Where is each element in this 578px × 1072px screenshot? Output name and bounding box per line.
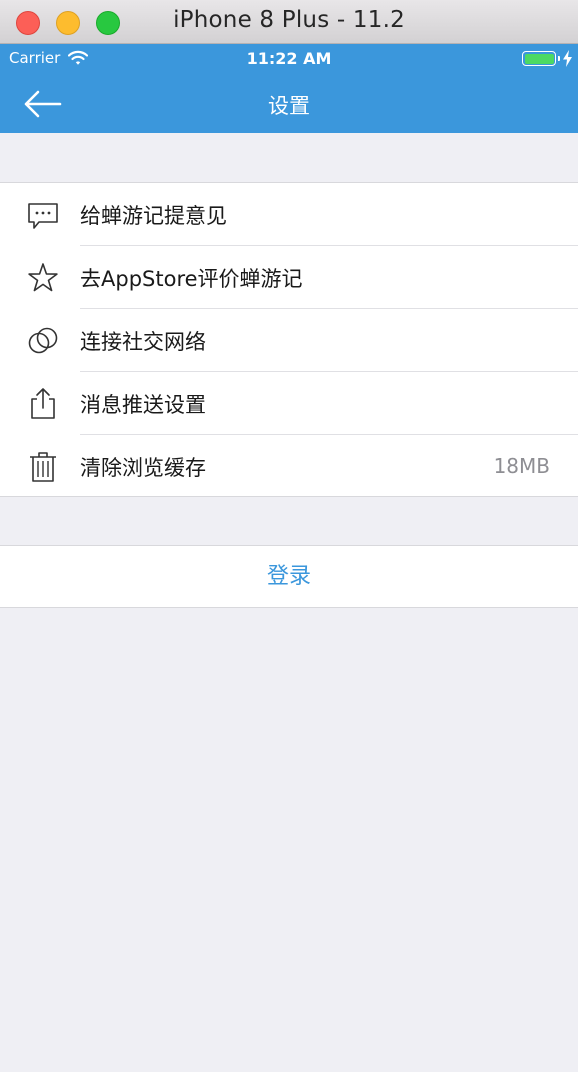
settings-item-push[interactable]: 消息推送设置 <box>0 372 578 435</box>
settings-item-label: 给蝉游记提意见 <box>80 204 227 228</box>
charging-icon <box>563 50 572 67</box>
window-title: iPhone 8 Plus - 11.2 <box>173 7 405 33</box>
settings-item-feedback[interactable]: 给蝉游记提意见 <box>0 183 578 246</box>
message-icon <box>28 203 58 229</box>
settings-item-social[interactable]: 连接社交网络 <box>0 309 578 372</box>
status-bar: Carrier 11:22 AM <box>0 44 578 74</box>
navigation-bar: 设置 <box>0 74 578 133</box>
settings-item-label: 连接社交网络 <box>80 330 206 354</box>
battery-level <box>524 53 554 64</box>
settings-item-rate-app[interactable]: 去AppStore评价蝉游记 <box>0 246 578 309</box>
login-section: 登录 <box>0 545 578 608</box>
phone-screen: Carrier 11:22 AM 设置 给蝉游记提意见 去AppStore评价蝉… <box>0 44 578 1072</box>
status-time: 11:22 AM <box>246 49 332 68</box>
trash-icon <box>30 452 56 482</box>
battery-icon <box>522 51 556 66</box>
window-titlebar: iPhone 8 Plus - 11.2 <box>0 0 578 44</box>
settings-list: 给蝉游记提意见 去AppStore评价蝉游记 连接社交网络 消息推送设置 清除浏… <box>0 182 578 497</box>
battery-tip <box>558 56 560 61</box>
settings-item-label: 清除浏览缓存 <box>80 456 206 480</box>
login-button[interactable]: 登录 <box>0 546 578 607</box>
settings-item-label: 消息推送设置 <box>80 393 206 417</box>
settings-item-clear-cache[interactable]: 清除浏览缓存 18MB <box>0 435 578 498</box>
settings-item-label: 去AppStore评价蝉游记 <box>80 267 303 291</box>
share-icon <box>31 388 55 419</box>
page-title: 设置 <box>268 94 310 118</box>
cache-size-value: 18MB <box>493 454 550 478</box>
star-icon <box>28 263 58 292</box>
link-icon <box>28 327 58 354</box>
